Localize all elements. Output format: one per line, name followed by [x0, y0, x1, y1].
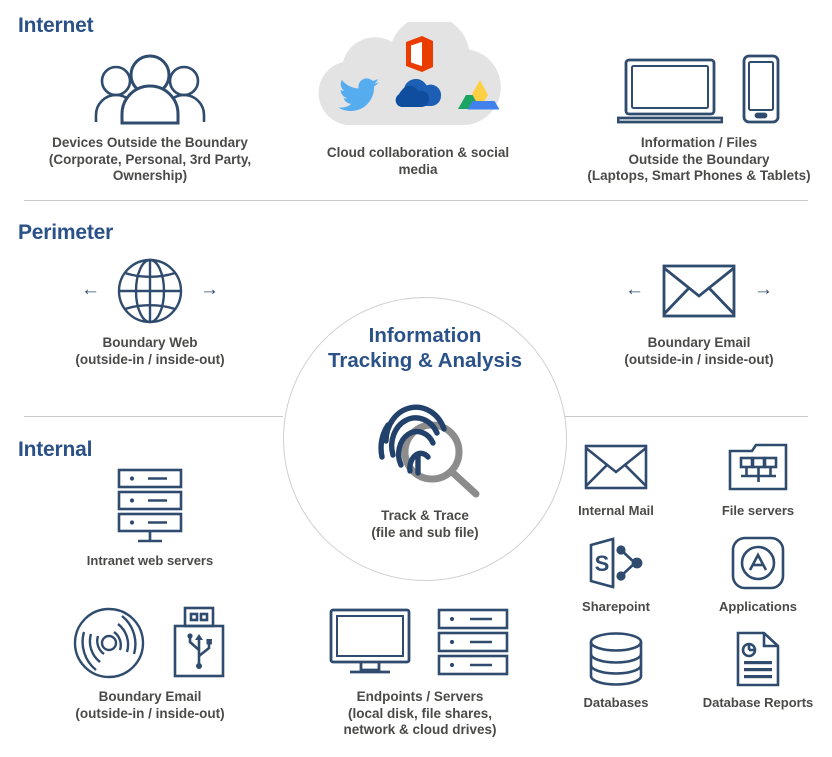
app-label: Databases	[583, 695, 649, 710]
app-database-reports: Database Reports	[688, 630, 828, 726]
hub-information-tracking-analysis: Information Tracking & Analysis Track & …	[283, 297, 567, 581]
app-label: Sharepoint	[582, 599, 650, 614]
office-365-icon	[406, 36, 433, 72]
app-internal-mail: Internal Mail	[546, 438, 686, 534]
arrow-left-icon: ←	[81, 278, 100, 300]
database-icon	[546, 630, 686, 688]
app-label: Applications	[718, 599, 797, 614]
node-intranet-caption: Intranet web servers	[86, 553, 214, 568]
arrow-left-icon: ←	[625, 278, 644, 300]
diagram-canvas: Internet Devices Outside the Boundary (C…	[0, 0, 832, 757]
app-label: Database Reports	[702, 695, 814, 710]
fingerprint-magnifier-icon	[284, 381, 566, 504]
internal-apps-grid: Internal Mail File servers S Sharepoint …	[546, 438, 828, 726]
globe-icon	[117, 258, 183, 324]
arrow-right-icon: →	[754, 278, 773, 300]
laptop-icon	[617, 58, 723, 124]
app-sharepoint: S Sharepoint	[546, 534, 686, 630]
node-files-caption: Information / Files Outside the Boundary…	[587, 135, 811, 183]
smartphone-icon	[742, 54, 780, 124]
sharepoint-icon: S	[546, 534, 686, 592]
node-cloud-caption: Cloud collaboration & social media	[326, 145, 510, 177]
node-endpoints-servers: Endpoints / Servers (local disk, file sh…	[290, 606, 550, 739]
node-devices-caption: Devices Outside the Boundary (Corporate,…	[48, 135, 252, 183]
app-label: File servers	[721, 503, 795, 518]
hub-caption: Track & Trace (file and sub file)	[371, 508, 479, 540]
onedrive-icon	[395, 79, 442, 107]
optical-disc-icon	[73, 607, 145, 679]
server-rack-icon	[117, 468, 183, 543]
divider-perimeter-internal-left	[24, 416, 283, 417]
zone-title-perimeter: Perimeter	[18, 221, 114, 244]
divider-perimeter-internal-right	[565, 416, 808, 417]
envelope-icon	[662, 264, 736, 318]
node-boundary-web: ← → Boundary Web (outside-in / inside-ou…	[20, 256, 280, 368]
node-removable-media: Boundary Email (outside-in / inside-out)	[20, 606, 280, 722]
arrow-right-icon: →	[200, 278, 219, 300]
zone-title-internet: Internet	[18, 14, 94, 37]
app-databases: Databases	[546, 630, 686, 726]
hub-title: Information Tracking & Analysis	[327, 324, 523, 372]
node-boundary-email-caption: Boundary Email (outside-in / inside-out)	[624, 335, 774, 367]
node-information-files-outside: Information / Files Outside the Boundary…	[566, 48, 832, 185]
node-intranet-web-servers: Intranet web servers	[20, 468, 280, 569]
node-cloud-collaboration: Cloud collaboration & social media	[313, 22, 523, 178]
app-store-icon	[688, 534, 828, 592]
usb-drive-icon	[173, 606, 225, 678]
app-applications: Applications	[688, 534, 828, 630]
report-document-icon	[688, 630, 828, 688]
folder-network-icon	[688, 438, 828, 496]
node-devices-outside-boundary: Devices Outside the Boundary (Corporate,…	[20, 48, 280, 185]
node-boundary-email: ← → Boundary Email (outside-in / inside-…	[566, 256, 832, 368]
node-endpoints-caption: Endpoints / Servers (local disk, file sh…	[343, 689, 497, 737]
divider-internet-perimeter	[24, 200, 808, 201]
node-boundary-web-caption: Boundary Web (outside-in / inside-out)	[75, 335, 225, 367]
people-group-icon	[20, 48, 280, 126]
envelope-icon	[546, 438, 686, 496]
twitter-icon	[338, 78, 379, 112]
zone-title-internal: Internal	[18, 438, 93, 461]
app-label: Internal Mail	[578, 503, 654, 518]
node-removable-caption: Boundary Email (outside-in / inside-out)	[75, 689, 225, 721]
svg-text:S: S	[595, 551, 610, 576]
google-drive-icon	[458, 80, 500, 110]
server-rack-icon	[437, 608, 509, 676]
desktop-monitor-icon	[329, 608, 411, 674]
app-file-servers: File servers	[688, 438, 828, 534]
